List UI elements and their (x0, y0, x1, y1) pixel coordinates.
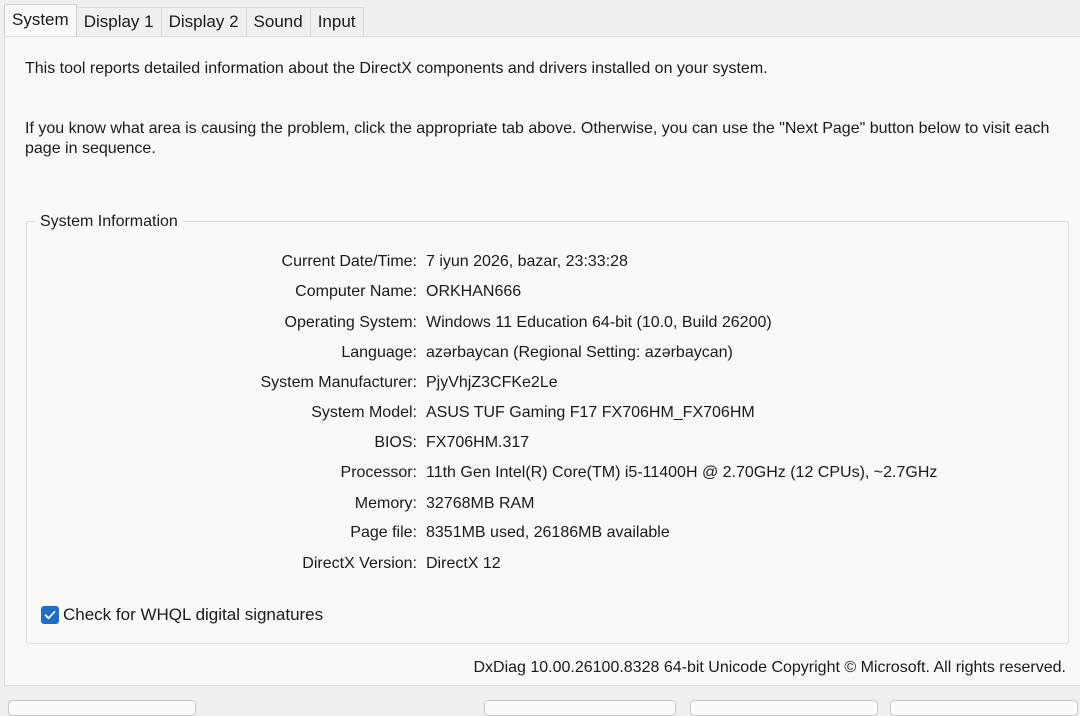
exit-button[interactable] (890, 700, 1078, 716)
info-row-os: Operating System: Windows 11 Education 6… (27, 312, 1067, 334)
save-information-button[interactable] (690, 700, 878, 716)
info-row-processor: Processor: 11th Gen Intel(R) Core(TM) i5… (27, 462, 1067, 484)
info-label: DirectX Version: (302, 555, 417, 572)
info-value: 8351MB used, 26186MB available (426, 524, 670, 541)
whql-checkbox[interactable] (41, 606, 59, 624)
bottom-button-strip (0, 700, 1080, 716)
system-information-group: System Information Current Date/Time: 7 … (26, 212, 1069, 644)
info-label: Operating System: (284, 314, 418, 331)
instructions-text: If you know what area is causing the pro… (25, 120, 1050, 157)
info-value: 11th Gen Intel(R) Core(TM) i5-11400H @ 2… (426, 464, 938, 481)
info-value: PjyVhjZ3CFKe2Le (426, 374, 558, 391)
tab-display-1[interactable]: Display 1 (75, 7, 162, 36)
info-value: ASUS TUF Gaming F17 FX706HM_FX706HM (426, 404, 755, 421)
whql-checkbox-row[interactable]: Check for WHQL digital signatures (41, 605, 323, 625)
tab-sound[interactable]: Sound (245, 7, 311, 36)
info-value: azərbaycan (Regional Setting: azərbaycan… (426, 344, 733, 361)
tab-input[interactable]: Input (309, 7, 364, 36)
info-label: Page file: (350, 524, 417, 541)
info-label: BIOS: (374, 434, 417, 451)
info-row-directx-version: DirectX Version: DirectX 12 (27, 553, 1067, 575)
info-label: Computer Name: (295, 283, 417, 300)
info-row-model: System Model: ASUS TUF Gaming F17 FX706H… (27, 402, 1067, 424)
whql-checkbox-label[interactable]: Check for WHQL digital signatures (63, 605, 323, 625)
info-label: System Manufacturer: (260, 374, 418, 391)
info-value: 7 iyun 2026, bazar, 23:33:28 (426, 253, 628, 270)
info-label: System Model: (311, 404, 417, 421)
info-row-page-file: Page file: 8351MB used, 26186MB availabl… (27, 522, 1067, 544)
copyright-text: DxDiag 10.00.26100.8328 64-bit Unicode C… (473, 659, 1066, 676)
info-value: Windows 11 Education 64-bit (10.0, Build… (426, 314, 772, 331)
group-title: System Information (35, 212, 183, 232)
info-value: FX706HM.317 (426, 434, 530, 451)
dxdiag-window: System Display 1 Display 2 Sound Input T… (0, 0, 1080, 716)
info-row-manufacturer: System Manufacturer: PjyVhjZ3CFKe2Le (27, 372, 1067, 394)
system-tab-panel: This tool reports detailed information a… (4, 36, 1080, 686)
info-label: Processor: (340, 464, 417, 481)
info-label: Current Date/Time: (281, 253, 417, 270)
intro-text: This tool reports detailed information a… (25, 60, 768, 77)
info-value: ORKHAN666 (426, 283, 522, 300)
tab-system[interactable]: System (4, 4, 77, 36)
info-label: Memory: (354, 495, 417, 512)
info-row-bios: BIOS: FX706HM.317 (27, 432, 1067, 454)
tab-display-2[interactable]: Display 2 (160, 7, 247, 36)
info-row-computer-name: Computer Name: ORKHAN666 (27, 281, 1067, 303)
next-page-button[interactable] (484, 700, 676, 716)
info-value: DirectX 12 (426, 555, 501, 572)
info-label: Language: (341, 344, 417, 361)
checkmark-icon (44, 610, 56, 620)
info-value: 32768MB RAM (426, 495, 535, 512)
help-button[interactable] (8, 700, 196, 716)
tab-bar: System Display 1 Display 2 Sound Input (4, 4, 364, 36)
info-row-datetime: Current Date/Time: 7 iyun 2026, bazar, 2… (27, 251, 1067, 273)
info-row-language: Language: azərbaycan (Regional Setting: … (27, 342, 1067, 364)
info-row-memory: Memory: 32768MB RAM (27, 493, 1067, 515)
